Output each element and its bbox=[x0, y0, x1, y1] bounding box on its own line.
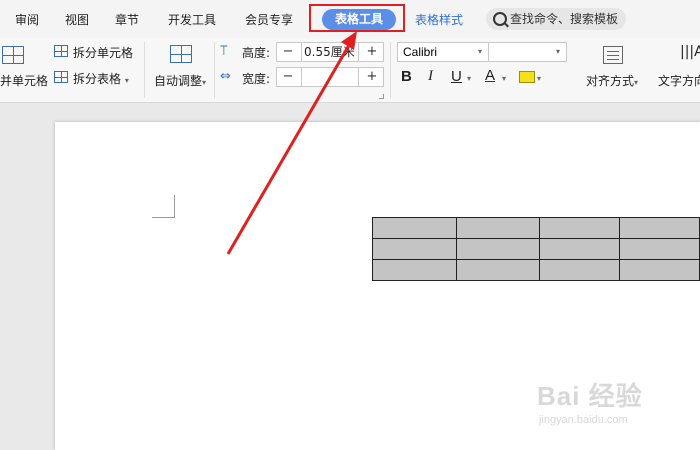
watermark: Bai 经验 jingyan.baidu.com bbox=[537, 376, 643, 426]
watermark-logo: Bai 经验 bbox=[537, 381, 643, 411]
arrow-line bbox=[226, 39, 354, 255]
watermark-url: jingyan.baidu.com bbox=[539, 414, 628, 426]
